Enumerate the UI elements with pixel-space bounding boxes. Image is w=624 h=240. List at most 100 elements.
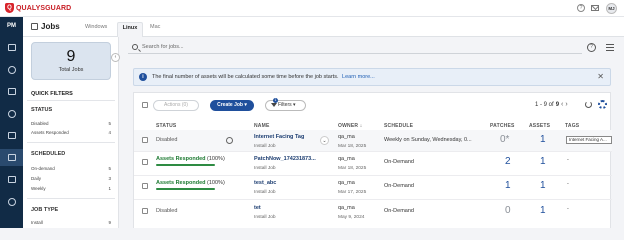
row-chevron-down-icon[interactable]: ⌄ xyxy=(320,136,329,145)
total-jobs-label: Total Jobs xyxy=(58,67,84,73)
row-status: Assets Responded (100%) xyxy=(156,180,225,186)
job-date: Mar 18, 2025 xyxy=(338,166,367,171)
divider xyxy=(27,142,115,143)
row-status: Assets Responded (100%) xyxy=(156,156,225,162)
nav-patches-icon[interactable] xyxy=(0,61,23,78)
page-title-text: Jobs xyxy=(41,22,60,31)
quick-filter-panel: 9 Total Jobs QUICK FILTERS STATUS Disabl… xyxy=(23,37,119,228)
column-header-assets[interactable]: ASSETS xyxy=(529,123,550,129)
scheduled-group-title: SCHEDULED xyxy=(31,151,66,157)
nav-catalog-icon[interactable] xyxy=(0,105,23,122)
user-avatar[interactable]: MJ xyxy=(606,3,617,14)
job-schedule: On-Demand xyxy=(384,159,414,165)
job-name-link[interactable]: tet xyxy=(254,205,261,211)
nav-reports-icon[interactable] xyxy=(0,127,23,144)
patch-count[interactable]: 0 xyxy=(505,205,511,216)
learn-more-link[interactable]: Learn more... xyxy=(342,74,375,80)
asset-count[interactable]: 1 xyxy=(540,134,546,145)
divider xyxy=(134,199,612,200)
status-progress-bar xyxy=(156,188,215,190)
tag-chip[interactable]: Internet Facing A... xyxy=(566,136,612,144)
search-icon xyxy=(132,44,138,50)
nav-jobs-icon[interactable] xyxy=(0,149,23,166)
page-title: Jobs xyxy=(31,22,60,31)
refresh-icon[interactable] xyxy=(585,101,592,108)
patch-count[interactable]: 0* xyxy=(500,134,509,145)
filter-job-type-install[interactable]: Install 9 xyxy=(31,220,111,225)
filter-scheduled-weekly[interactable]: Weekly 1 xyxy=(31,186,111,191)
total-jobs-count: 9 xyxy=(66,48,76,65)
row-checkbox[interactable] xyxy=(142,159,148,165)
nav-dashboard-icon[interactable] xyxy=(0,39,23,56)
job-name-link[interactable]: PatchNow_174231873... xyxy=(254,156,316,162)
job-owner: qa_ma xyxy=(338,180,355,186)
jobs-table: Actions (0) Create Job ▾ 1 Filters ▾ 1 -… xyxy=(133,92,612,228)
patch-count[interactable]: 2 xyxy=(505,156,511,167)
filter-status-disabled[interactable]: Disabled 5 xyxy=(31,121,111,126)
nav-assets-icon[interactable] xyxy=(0,83,23,100)
patch-count[interactable]: 1 xyxy=(505,180,511,191)
job-type-group-title: JOB TYPE xyxy=(31,207,59,213)
banner-message: The final number of assets will be calcu… xyxy=(152,74,339,80)
search-input[interactable] xyxy=(142,44,542,50)
collapse-panel-chevron-left-icon[interactable]: ‹ xyxy=(111,53,120,62)
search-bar xyxy=(128,41,582,54)
tag-empty: - xyxy=(567,157,569,163)
close-icon[interactable]: ✕ xyxy=(597,73,604,81)
tab-windows[interactable]: Windows xyxy=(85,22,115,37)
search-help-icon[interactable]: ? xyxy=(587,43,596,52)
tab-linux[interactable]: Linux xyxy=(117,22,143,37)
pagination: 1 - 9 of 9 ‹ › xyxy=(535,101,568,108)
asset-count[interactable]: 1 xyxy=(540,156,546,167)
row-checkbox[interactable] xyxy=(142,137,148,143)
status-group-title: STATUS xyxy=(31,107,53,113)
job-schedule: Weekly on Sunday, Wednesday, 0... xyxy=(384,137,472,143)
job-date: Mar 18, 2025 xyxy=(338,144,367,149)
create-job-button[interactable]: Create Job ▾ xyxy=(210,100,254,111)
tag-empty: - xyxy=(567,206,569,212)
left-nav: PM xyxy=(0,17,23,228)
column-header-owner[interactable]: OWNER ↓ xyxy=(338,123,362,129)
filters-button[interactable]: 1 Filters ▾ xyxy=(265,98,306,111)
column-header-name[interactable]: NAME xyxy=(254,123,270,129)
module-label[interactable]: PM xyxy=(0,23,23,29)
column-header-patches[interactable]: PATCHES xyxy=(490,123,515,129)
job-type: Install Job xyxy=(254,144,276,149)
hamburger-menu-icon[interactable] xyxy=(606,44,614,51)
qualysguard-logo[interactable]: Q QUALYSGUARD xyxy=(5,3,71,13)
clock-icon xyxy=(226,137,233,144)
select-all-checkbox[interactable] xyxy=(142,102,148,108)
row-checkbox[interactable] xyxy=(142,183,148,189)
job-date: May 9, 2024 xyxy=(338,215,365,220)
mail-icon[interactable] xyxy=(591,5,599,11)
asset-count[interactable]: 1 xyxy=(540,205,546,216)
row-status: Disabled xyxy=(156,208,178,214)
tab-mac[interactable]: Mac xyxy=(150,22,170,37)
column-header-status[interactable]: STATUS xyxy=(156,123,176,129)
help-icon[interactable]: ? xyxy=(577,4,585,12)
actions-button[interactable]: Actions (0) xyxy=(153,100,199,111)
nav-documents-icon[interactable] xyxy=(0,171,23,188)
tag-empty: - xyxy=(567,181,569,187)
column-header-tags[interactable]: TAGS xyxy=(565,123,579,129)
column-header-schedule[interactable]: SCHEDULE xyxy=(384,123,413,129)
info-banner: i The final number of assets will be cal… xyxy=(133,68,611,86)
filter-scheduled-on-demand[interactable]: On-demand 5 xyxy=(31,166,111,171)
job-owner: qa_ma xyxy=(338,156,355,162)
pagination-range: 1 - 9 of xyxy=(535,101,554,108)
filter-status-assets-responded[interactable]: Assets Responded 4 xyxy=(31,130,111,135)
prev-page-chevron-icon[interactable]: ‹ xyxy=(561,101,563,108)
job-schedule: On-Demand xyxy=(384,208,414,214)
pagination-total: 9 xyxy=(555,101,560,108)
row-checkbox[interactable] xyxy=(142,208,148,214)
total-jobs-card[interactable]: 9 Total Jobs xyxy=(31,42,111,80)
job-name-link[interactable]: test_abc xyxy=(254,180,276,186)
asset-count[interactable]: 1 xyxy=(540,180,546,191)
job-date: Mar 17, 2025 xyxy=(338,190,367,195)
gear-icon[interactable] xyxy=(598,100,607,109)
filter-scheduled-daily[interactable]: Daily 3 xyxy=(31,176,111,181)
nav-settings-icon[interactable] xyxy=(0,193,23,210)
top-bar: Q QUALYSGUARD ? MJ xyxy=(0,0,624,17)
next-page-chevron-icon[interactable]: › xyxy=(565,101,567,108)
job-name-link[interactable]: Internet Facing Tag xyxy=(254,134,304,140)
